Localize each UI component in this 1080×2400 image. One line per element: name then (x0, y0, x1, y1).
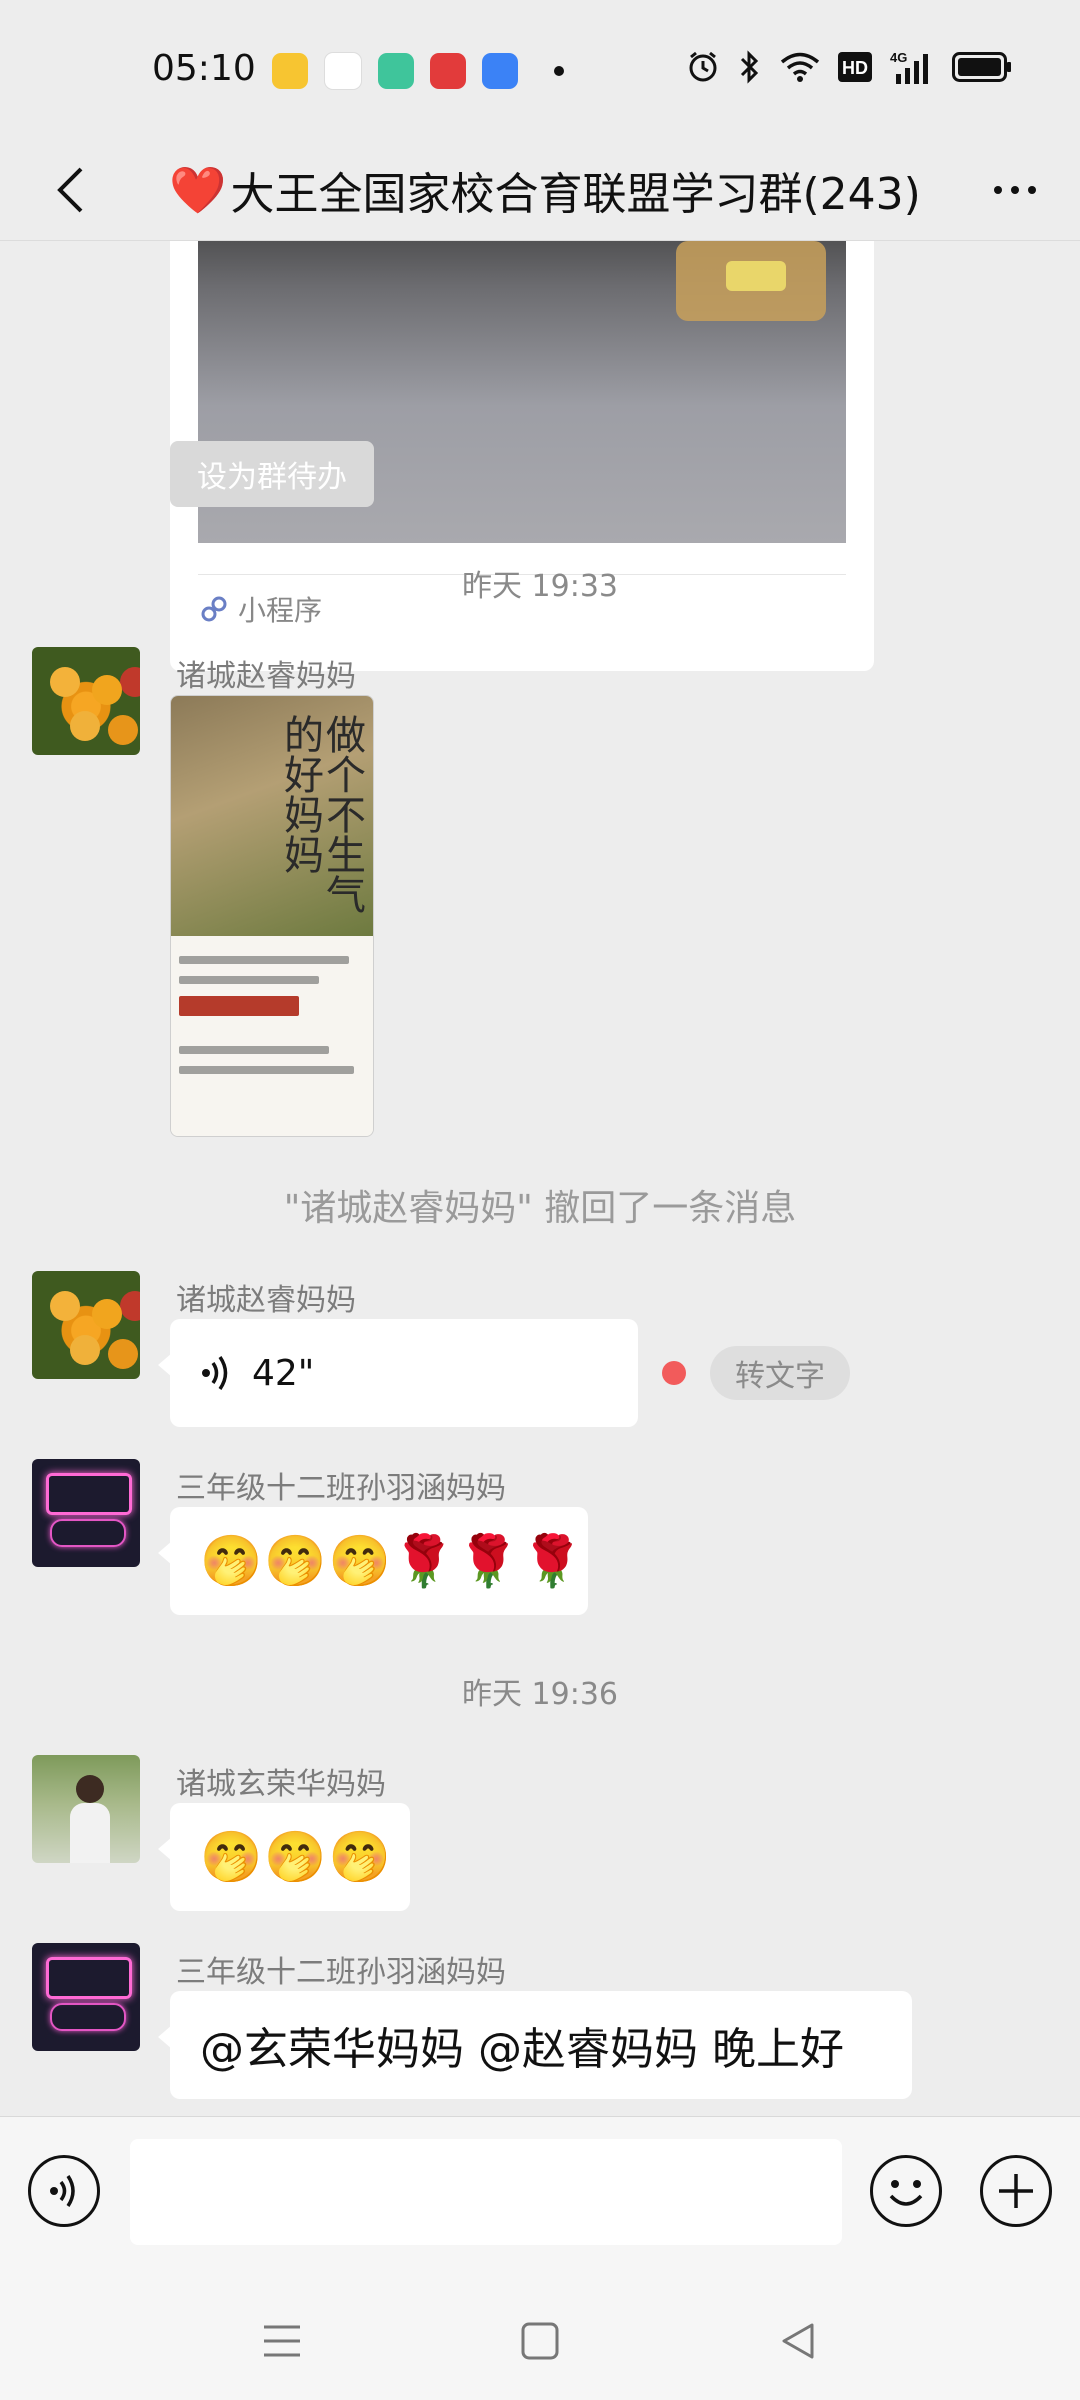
avatar[interactable] (32, 647, 140, 755)
emoji-button[interactable] (870, 2155, 942, 2227)
notification-icons (272, 52, 564, 90)
home-square-icon (521, 2322, 559, 2360)
net-label: 4G (890, 50, 907, 65)
avatar[interactable] (32, 1459, 140, 1567)
convert-to-text-button[interactable]: 转文字 (710, 1346, 850, 1400)
heart-icon: ❤️ (169, 162, 227, 217)
message-input[interactable] (130, 2139, 842, 2245)
alarm-icon (689, 51, 717, 82)
battery-icon (952, 52, 1011, 82)
back-triangle-icon (782, 2323, 814, 2359)
recall-notice: "诸城赵睿妈妈" 撤回了一条消息 (283, 1188, 797, 1229)
avatar[interactable] (32, 1271, 140, 1379)
more-options-button[interactable] (980, 160, 1050, 220)
text-message[interactable]: 🤭🤭🤭 (158, 1803, 410, 1911)
menu-nav-button[interactable] (242, 2306, 322, 2376)
sender-name: 诸城赵睿妈妈 (176, 1283, 356, 1318)
browser-icon (324, 52, 362, 90)
timestamp: 昨天 19:36 (462, 1677, 618, 1712)
text-message[interactable]: 🤭🤭🤭🌹🌹🌹 (158, 1507, 588, 1615)
voice-duration: 42" (252, 1352, 315, 1394)
system-icons: HD 4G (686, 50, 1012, 84)
chevron-left-icon (57, 167, 83, 213)
more-dot-icon (1011, 186, 1019, 194)
image-message[interactable]: 做个不生气的好妈妈 (170, 695, 374, 1137)
book-title: 做个不生气的好妈妈 (277, 714, 365, 914)
more-functions-button[interactable] (980, 2155, 1052, 2227)
voice-input-button[interactable] (28, 2155, 100, 2227)
notes-icon (272, 53, 308, 89)
avatar[interactable] (32, 1755, 140, 1863)
unread-voice-dot (662, 1361, 686, 1385)
bluetooth-icon (740, 50, 759, 84)
more-notifications-dot (554, 66, 564, 76)
voice-wave-icon (202, 1356, 228, 1390)
smiley-icon (889, 2180, 923, 2206)
back-button[interactable] (30, 150, 110, 230)
wifi-icon (780, 52, 820, 82)
hd-label: HD (842, 58, 868, 78)
input-bar (0, 2116, 1080, 2277)
signal-4g-icon: 4G (890, 50, 928, 84)
hd-icon: HD (838, 52, 872, 82)
chat-title-text: 大王全国家校合育联盟学习群(243) (230, 169, 921, 220)
text-message[interactable]: @玄荣华妈妈 @赵睿妈妈 晚上好 (158, 1991, 912, 2099)
sender-name: 诸城赵睿妈妈 (176, 659, 356, 694)
status-time: 05:10 (152, 48, 256, 89)
window-icon (482, 53, 518, 89)
status-bar: 05:10 HD 4G (0, 0, 1080, 140)
sender-name: 三年级十二班孙羽涵妈妈 (176, 1471, 506, 1506)
chat-header: ❤️ 大王全国家校合育联盟学习群(243) (0, 140, 1080, 241)
back-nav-button[interactable] (758, 2306, 838, 2376)
message-list[interactable]: 小程序 设为群待办 昨天 19:33 诸城赵睿妈妈 做个不生气的好妈妈 "诸城赵… (0, 241, 1080, 2115)
store-icon (378, 53, 414, 89)
home-nav-button[interactable] (500, 2306, 580, 2376)
set-group-todo-button[interactable]: 设为群待办 (170, 441, 374, 507)
voice-icon (50, 2175, 75, 2207)
game-icon (430, 53, 466, 89)
timestamp: 昨天 19:33 (462, 569, 618, 604)
sender-name: 诸城玄荣华妈妈 (176, 1767, 386, 1802)
avatar[interactable] (32, 1943, 140, 2051)
book-cover-image: 做个不生气的好妈妈 (171, 696, 373, 936)
system-navigation-bar (0, 2276, 1080, 2400)
menu-icon (264, 2325, 300, 2357)
sender-name: 三年级十二班孙羽涵妈妈 (176, 1955, 506, 1990)
more-dot-icon (1028, 186, 1036, 194)
plus-icon (999, 2174, 1033, 2208)
more-dot-icon (994, 186, 1002, 194)
chat-title: ❤️ 大王全国家校合育联盟学习群(243) (150, 140, 940, 240)
voice-message[interactable]: 42" (158, 1319, 638, 1427)
